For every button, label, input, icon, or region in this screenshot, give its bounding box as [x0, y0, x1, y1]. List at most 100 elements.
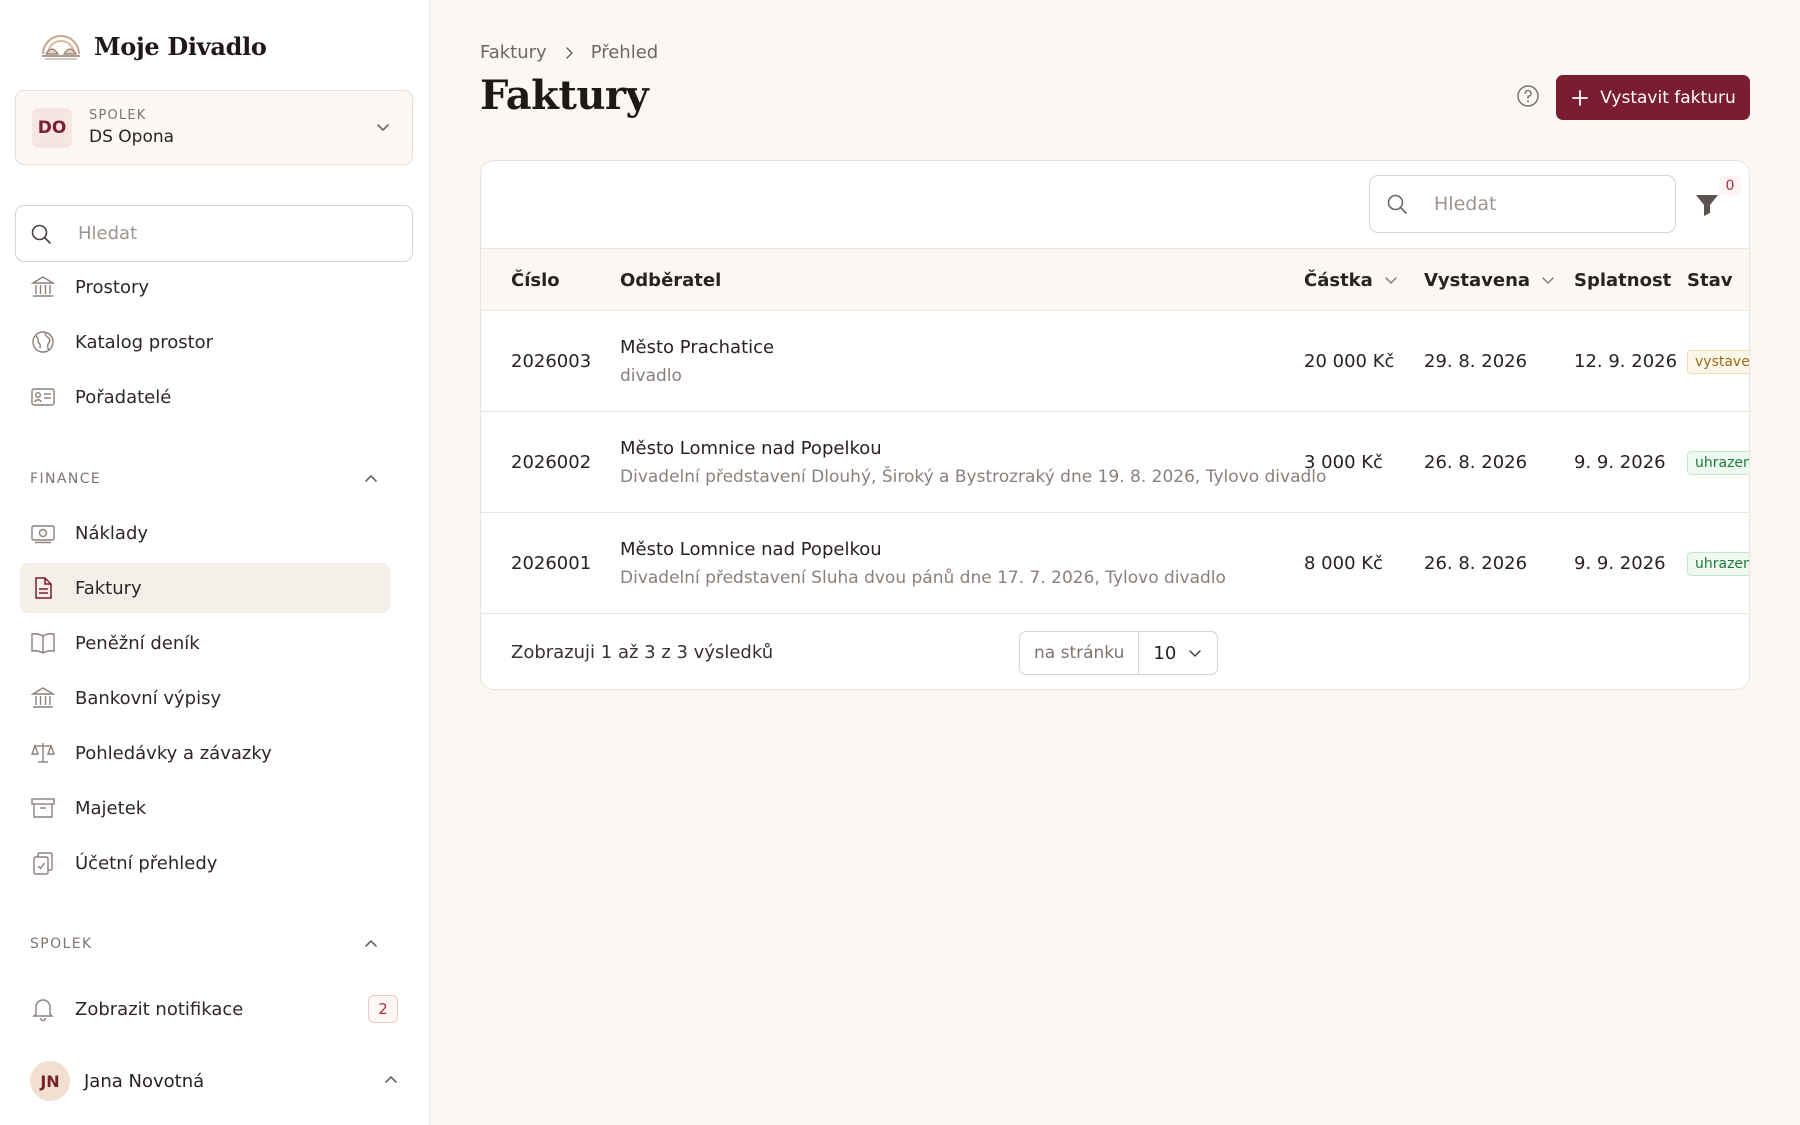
status-badge: vystaven: [1687, 349, 1749, 374]
filter-count-badge: 0: [1719, 176, 1741, 196]
invoice-customer: Město Prachatice divadlo: [620, 311, 774, 412]
chevron-down-icon: [1540, 272, 1556, 288]
invoice-amount: 3 000 Kč: [1304, 452, 1383, 473]
invoice-status: uhrazena: [1687, 412, 1749, 513]
organization-kind: SPOLEK: [89, 108, 147, 123]
results-summary: Zobrazuji 1 až 3 z 3 výsledků: [511, 642, 774, 663]
invoice-due-date: 9. 9. 2026: [1574, 553, 1666, 574]
chevron-up-icon: [382, 1071, 400, 1089]
chevron-down-icon: [374, 118, 392, 136]
sidebar-search-input[interactable]: [78, 223, 378, 244]
chevron-right-icon: [561, 45, 577, 61]
brand-name: Moje Divadlo: [94, 31, 267, 61]
sidebar-item-label: Zobrazit notifikace: [75, 998, 244, 1020]
avatar: JN: [30, 1061, 70, 1101]
user-menu[interactable]: JN Jana Novotná: [30, 1060, 400, 1102]
breadcrumb-parent-link[interactable]: Faktury: [480, 42, 547, 63]
sidebar-item-label: Peněžní deník: [75, 632, 200, 654]
brand[interactable]: Moje Divadlo: [40, 28, 267, 64]
section-spolek-toggle[interactable]: SPOLEK: [30, 932, 380, 956]
invoice-amount: 8 000 Kč: [1304, 553, 1383, 574]
create-invoice-label: Vystavit fakturu: [1600, 87, 1736, 108]
per-page-select[interactable]: na stránku 10: [1019, 631, 1219, 675]
filter-icon[interactable]: [1693, 189, 1721, 219]
sidebar-item-label: Pohledávky a závazky: [75, 742, 272, 764]
search-icon: [30, 223, 52, 245]
sidebar-item-naklady[interactable]: Náklady: [20, 508, 390, 558]
sidebar-item-label: Katalog prostor: [75, 331, 214, 353]
sidebar-item-ucetni-prehledy[interactable]: Účetní přehledy: [20, 838, 390, 888]
invoices-table-card: 0 Číslo Odběratel Částka Vystavena Splat…: [480, 160, 1750, 690]
chevron-up-icon: [362, 470, 380, 488]
section-finance-toggle[interactable]: FINANCE: [30, 467, 380, 491]
sidebar-item-bankovni-vypisy[interactable]: Bankovní výpisy: [20, 673, 390, 723]
customer-name: Město Prachatice: [620, 337, 775, 358]
breadcrumb-current: Přehled: [590, 42, 659, 63]
table-toolbar: 0: [481, 161, 1749, 249]
document-icon: [30, 575, 56, 601]
invoice-description: divadlo: [620, 366, 682, 386]
chevron-down-icon: [1187, 645, 1203, 661]
book-icon: [30, 630, 56, 656]
table-search[interactable]: [1369, 175, 1676, 233]
sidebar-item-katalog-prostor[interactable]: Katalog prostor: [20, 317, 390, 367]
scales-icon: [30, 740, 56, 766]
invoice-number: 2026001: [511, 553, 592, 574]
invoice-due-date: 12. 9. 2026: [1574, 351, 1678, 372]
create-invoice-button[interactable]: Vystavit fakturu: [1556, 75, 1750, 120]
section-title: SPOLEK: [30, 936, 93, 952]
table-row[interactable]: 2026003 Město Prachatice divadlo 20 000 …: [481, 311, 1749, 412]
section-title: FINANCE: [30, 471, 102, 487]
sidebar-item-faktury[interactable]: Faktury: [20, 563, 390, 613]
table-row[interactable]: 2026002 Město Lomnice nad Popelkou Divad…: [481, 412, 1749, 513]
table-row[interactable]: 2026001 Město Lomnice nad Popelkou Divad…: [481, 513, 1749, 614]
chevron-down-icon: [1383, 272, 1399, 288]
organization-info: SPOLEK DS Opona: [89, 108, 174, 147]
organization-switcher[interactable]: DO SPOLEK DS Opona: [15, 90, 413, 165]
sidebar-item-majetek[interactable]: Majetek: [20, 783, 390, 833]
sidebar-item-label: Bankovní výpisy: [75, 687, 222, 709]
archive-icon: [30, 795, 56, 821]
page-title: Faktury: [480, 72, 649, 119]
invoice-status: vystaven: [1687, 311, 1749, 412]
invoice-description: Divadelní představení Dlouhý, Široký a B…: [620, 467, 1327, 487]
sidebar-item-label: Pořadatelé: [75, 386, 172, 408]
invoice-issued-date: 26. 8. 2026: [1424, 452, 1528, 473]
invoice-status: uhrazena: [1687, 513, 1749, 614]
sidebar-item-poradatele[interactable]: Pořadatelé: [20, 372, 390, 422]
table-header: Číslo Odběratel Částka Vystavena Splatno…: [481, 249, 1749, 311]
customer-name: Město Lomnice nad Popelkou: [620, 539, 882, 560]
status-badge: uhrazena: [1687, 551, 1749, 576]
sidebar-item-prostory[interactable]: Prostory: [20, 262, 390, 312]
invoice-issued-date: 26. 8. 2026: [1424, 553, 1528, 574]
sidebar-item-notifikace[interactable]: Zobrazit notifikace: [20, 984, 390, 1034]
help-icon[interactable]: [1516, 84, 1540, 108]
sidebar-item-label: Náklady: [75, 522, 149, 544]
user-name: Jana Novotná: [84, 1070, 205, 1092]
globe-icon: [30, 329, 56, 355]
sidebar-item-pohledavky[interactable]: Pohledávky a závazky: [20, 728, 390, 778]
invoice-number: 2026002: [511, 452, 592, 473]
bank-icon: [30, 685, 56, 711]
column-issued-sort[interactable]: Vystavena: [1424, 249, 1556, 311]
sidebar: Moje Divadlo DO SPOLEK DS Opona Prostory…: [0, 0, 430, 1125]
per-page-value[interactable]: 10: [1139, 632, 1217, 674]
invoice-due-date: 9. 9. 2026: [1574, 452, 1666, 473]
column-amount-sort[interactable]: Částka: [1304, 249, 1399, 311]
id-card-icon: [30, 384, 56, 410]
clipboard-icon: [30, 850, 56, 876]
status-badge: uhrazena: [1687, 450, 1749, 475]
search-icon: [1386, 193, 1408, 215]
invoice-customer: Město Lomnice nad Popelkou Divadelní pře…: [620, 513, 1226, 614]
per-page-label: na stránku: [1020, 632, 1140, 674]
notification-count-badge: 2: [368, 995, 398, 1023]
breadcrumb: Faktury Přehled: [480, 42, 658, 63]
sidebar-item-label: Prostory: [75, 276, 150, 298]
customer-name: Město Lomnice nad Popelkou: [620, 438, 882, 459]
column-status: Stav: [1687, 269, 1733, 291]
sidebar-search[interactable]: [15, 205, 413, 262]
plus-icon: [1570, 88, 1590, 108]
bell-icon: [30, 996, 56, 1022]
table-search-input[interactable]: [1434, 193, 1664, 215]
sidebar-item-penezni-denik[interactable]: Peněžní deník: [20, 618, 390, 668]
